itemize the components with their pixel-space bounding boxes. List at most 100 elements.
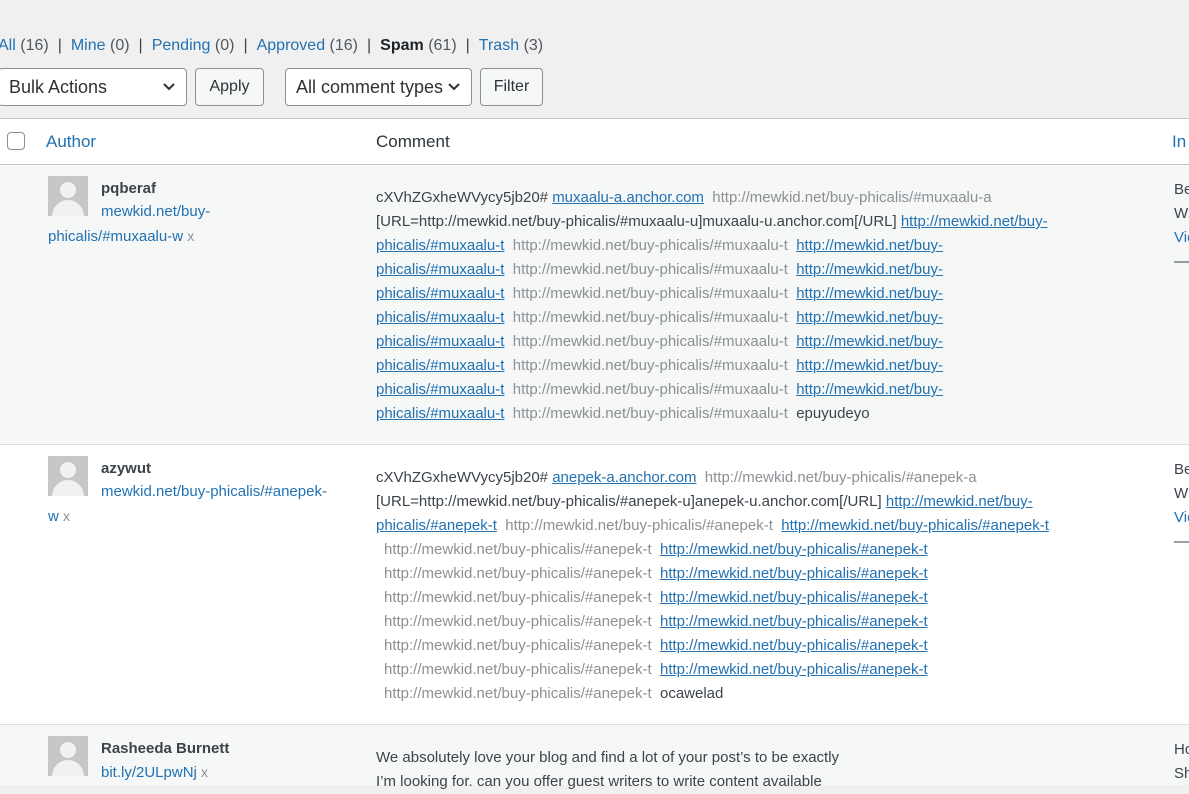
in-response-text: W — [1174, 205, 1189, 222]
comment-line: cXVhZGxheWVycy5jb20# muxaalu-a.anchor.co… — [376, 186, 1146, 210]
filter-spam-count: (61) — [428, 37, 457, 54]
comment-link[interactable]: http://mewkid.net/buy-phicalis/#anepek-t — [660, 637, 928, 654]
comment-line: phicalis/#muxaalu-t http://mewkid.net/bu… — [376, 330, 1146, 354]
filter-all[interactable]: All (16) — [0, 37, 49, 54]
comment-fragment: http://mewkid.net/buy-phicalis/#muxaalu-… — [504, 261, 797, 278]
comment-link[interactable]: phicalis/#muxaalu-t — [376, 285, 504, 302]
in-response-text: Ho — [1174, 741, 1189, 758]
remove-author-url[interactable]: x — [187, 228, 194, 244]
view-post-link[interactable]: Vie — [1174, 506, 1189, 530]
comment-fragment: http://mewkid.net/buy-phicalis/#anepek-t — [384, 637, 660, 654]
remove-author-url[interactable]: x — [201, 764, 208, 780]
filter-trash[interactable]: Trash (3) — [479, 37, 543, 54]
comment-line: phicalis/#muxaalu-t http://mewkid.net/bu… — [376, 354, 1146, 378]
chevron-down-icon — [447, 69, 461, 118]
comment-link[interactable]: http://mewkid.net/buy- — [796, 285, 943, 302]
comment-link[interactable]: anepek-a.anchor.com — [552, 469, 696, 486]
in-response-text: Be — [1174, 181, 1189, 198]
comment-line: phicalis/#muxaalu-t http://mewkid.net/bu… — [376, 402, 1146, 426]
comment-line: I’m looking for. can you offer guest wri… — [376, 773, 822, 790]
comment-link[interactable]: muxaalu-a.anchor.com — [552, 189, 704, 206]
in-response-text: — — [1174, 253, 1189, 270]
comment-link[interactable]: phicalis/#anepek-t — [376, 517, 497, 534]
author-url-part: mewkid.net/buy- — [101, 203, 211, 220]
bulk-actions-select[interactable]: Bulk Actions — [0, 68, 187, 106]
filter-mine-count: (0) — [109, 37, 130, 54]
author-url-link[interactable]: mewkid.net/buy-phicalis/#muxaalu-w — [48, 203, 210, 245]
comment-fragment: http://mewkid.net/buy-phicalis/#muxaalu-… — [504, 405, 797, 422]
comment-fragment: http://mewkid.net/buy-phicalis/#muxaalu-… — [504, 381, 797, 398]
comment-line: http://mewkid.net/buy-phicalis/#anepek-t… — [376, 586, 1146, 610]
comment-link[interactable]: http://mewkid.net/buy- — [886, 493, 1033, 510]
comment-link[interactable]: phicalis/#muxaalu-t — [376, 357, 504, 374]
in-response-column-header[interactable]: In — [1172, 132, 1186, 152]
comment-fragment: http://mewkid.net/buy-phicalis/#muxaalu-… — [504, 357, 797, 374]
comment-line: http://mewkid.net/buy-phicalis/#anepek-t… — [376, 634, 1146, 658]
table-header: Author Comment In — [0, 119, 1189, 165]
separator: | — [138, 37, 143, 54]
comment-link[interactable]: http://mewkid.net/buy- — [796, 309, 943, 326]
comment-fragment: http://mewkid.net/buy-phicalis/#muxaalu-… — [504, 285, 797, 302]
comment-line: phicalis/#muxaalu-t http://mewkid.net/bu… — [376, 282, 1146, 306]
comment-link[interactable]: phicalis/#muxaalu-t — [376, 381, 504, 398]
comment-fragment: http://mewkid.net/buy-phicalis/#muxaalu-… — [504, 237, 797, 254]
filter-trash-label: Trash — [478, 37, 520, 54]
comment-link[interactable]: http://mewkid.net/buy-phicalis/#anepek-t — [660, 589, 928, 606]
comment-line: cXVhZGxheWVycy5jb20# anepek-a.anchor.com… — [376, 466, 1146, 490]
author-url-part: mewkid.net/buy-phicalis/#anepek- — [101, 483, 327, 500]
filter-approved-count: (16) — [329, 37, 358, 54]
filter-mine-label: Mine — [70, 37, 106, 54]
comment-fragment: cXVhZGxheWVycy5jb20# — [376, 469, 553, 486]
apply-button[interactable]: Apply — [195, 68, 264, 106]
comment-fragment: http://mewkid.net/buy-phicalis/#muxaalu-… — [504, 309, 797, 326]
comment-line: http://mewkid.net/buy-phicalis/#anepek-t… — [376, 562, 1146, 586]
filter-pending-label: Pending — [151, 37, 211, 54]
filter-mine[interactable]: Mine (0) — [71, 37, 130, 54]
table-row: pqberaf mewkid.net/buy-phicalis/#muxaalu… — [0, 165, 1189, 445]
comment-text: cXVhZGxheWVycy5jb20# anepek-a.anchor.com… — [376, 466, 1146, 706]
comment-link[interactable]: http://mewkid.net/buy-phicalis/#anepek-t — [660, 661, 928, 678]
comment-line: We absolutely love your blog and find a … — [376, 749, 840, 766]
comment-link[interactable]: http://mewkid.net/buy- — [796, 261, 943, 278]
comment-link[interactable]: phicalis/#muxaalu-t — [376, 261, 504, 278]
comment-link[interactable]: http://mewkid.net/buy- — [901, 213, 1048, 230]
filter-pending[interactable]: Pending (0) — [152, 37, 235, 54]
comment-fragment: http://mewkid.net/buy-phicalis/#muxaalu-… — [504, 333, 797, 350]
comment-link[interactable]: phicalis/#muxaalu-t — [376, 405, 504, 422]
comment-link[interactable]: http://mewkid.net/buy-phicalis/#anepek-t — [660, 613, 928, 630]
view-post-link[interactable]: Vie — [1174, 226, 1189, 250]
author-url: mewkid.net/buy-phicalis/#anepek-w x — [48, 480, 358, 529]
select-all-checkbox[interactable] — [7, 132, 25, 150]
comment-link[interactable]: phicalis/#muxaalu-t — [376, 237, 504, 254]
in-response-text: Sh — [1174, 765, 1189, 782]
author-column-header[interactable]: Author — [46, 132, 96, 152]
filter-all-count: (16) — [20, 37, 49, 54]
comment-fragment: ocawelad — [659, 685, 724, 702]
comment-fragment: http://mewkid.net/buy-phicalis/#anepek-t — [384, 661, 660, 678]
filter-button[interactable]: Filter — [480, 68, 543, 106]
comment-line: [URL=http://mewkid.net/buy-phicalis/#ane… — [376, 490, 1146, 514]
comment-link[interactable]: phicalis/#muxaalu-t — [376, 333, 504, 350]
in-response-cell: Ho Sh — [1174, 738, 1189, 786]
comment-link[interactable]: http://mewkid.net/buy- — [796, 237, 943, 254]
comment-link[interactable]: http://mewkid.net/buy- — [796, 381, 943, 398]
comment-fragment: epuyudeyo — [796, 405, 870, 422]
table-row: azywut mewkid.net/buy-phicalis/#anepek-w… — [0, 445, 1189, 725]
comment-link[interactable]: phicalis/#muxaalu-t — [376, 309, 504, 326]
in-response-text: Be — [1174, 461, 1189, 478]
comment-link[interactable]: http://mewkid.net/buy-phicalis/#anepek-t — [660, 541, 928, 558]
comment-link[interactable]: http://mewkid.net/buy-phicalis/#anepek-t — [660, 565, 928, 582]
comment-link[interactable]: http://mewkid.net/buy- — [796, 333, 943, 350]
filter-trash-count: (3) — [523, 37, 544, 54]
filter-approved[interactable]: Approved (16) — [257, 37, 358, 54]
author-url-link[interactable]: mewkid.net/buy-phicalis/#anepek-w — [48, 483, 327, 525]
remove-author-url[interactable]: x — [63, 508, 70, 524]
comment-types-select[interactable]: All comment types — [285, 68, 472, 106]
separator: | — [243, 37, 248, 54]
comment-column-header: Comment — [376, 132, 450, 151]
comment-link[interactable]: http://mewkid.net/buy- — [796, 357, 943, 374]
author-url-link[interactable]: bit.ly/2ULpwNj — [101, 764, 197, 781]
comment-fragment: http://mewkid.net/buy-phicalis/#muxaalu-… — [703, 189, 992, 206]
comment-link[interactable]: http://mewkid.net/buy-phicalis/#anepek-t — [781, 517, 1049, 534]
filter-approved-label: Approved — [256, 37, 326, 54]
